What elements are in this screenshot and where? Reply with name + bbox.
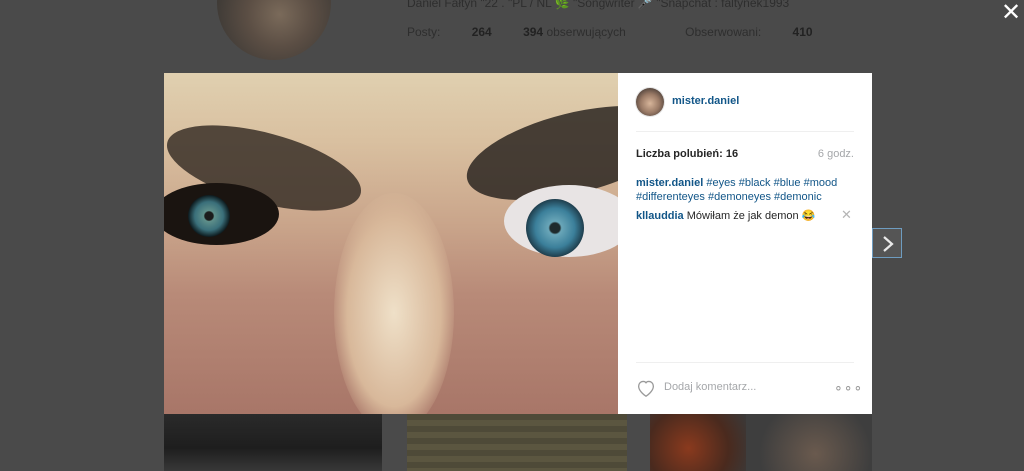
post-caption: mister.daniel #eyes #black #blue #mood #… — [636, 176, 854, 204]
hashtag[interactable]: #black — [739, 177, 771, 189]
profile-header: Daniel Fałtyn "22 . "PL / NL 🌿 "Songwrit… — [0, 0, 1024, 75]
comment: kllauddia Mówiłam że jak demon 😂 — [636, 209, 854, 223]
more-options-icon[interactable]: ∘∘∘ — [834, 379, 863, 396]
hashtag[interactable]: #demonic — [774, 191, 822, 203]
divider — [636, 362, 854, 363]
grid-thumbnail[interactable] — [407, 414, 627, 471]
hashtag[interactable]: #differenteyes — [636, 191, 705, 203]
profile-bio: Daniel Fałtyn "22 . "PL / NL 🌿 "Songwrit… — [407, 0, 790, 10]
next-post-button[interactable] — [872, 228, 902, 258]
following-label: Obserwowani: — [685, 25, 762, 39]
post-photo — [164, 73, 618, 414]
profile-avatar[interactable] — [217, 0, 331, 60]
hashtag[interactable]: #demoneyes — [708, 191, 771, 203]
posts-stat: Posty: 264 — [407, 25, 492, 39]
grid-thumbnail[interactable] — [746, 414, 872, 471]
photo-detail — [188, 195, 230, 237]
divider — [636, 131, 854, 132]
post-time[interactable]: 6 godz. — [818, 148, 854, 160]
post-panel: mister.daniel Liczba polubień: 16 6 godz… — [618, 73, 872, 414]
heart-icon[interactable] — [636, 379, 656, 397]
comment-username[interactable]: kllauddia — [636, 210, 684, 222]
following-stat[interactable]: Obserwowani: 410 — [685, 25, 812, 39]
followers-stat[interactable]: 394 obserwujących — [523, 25, 654, 39]
followers-count: 394 — [523, 25, 544, 39]
add-comment-input[interactable] — [664, 381, 824, 393]
grid-thumbnail[interactable] — [650, 414, 746, 471]
caption-username[interactable]: mister.daniel — [636, 177, 703, 189]
likes-count[interactable]: Liczba polubień: 16 — [636, 148, 738, 160]
close-icon[interactable]: ✕ — [1000, 1, 1022, 25]
photo-detail — [334, 193, 454, 414]
author-avatar[interactable] — [636, 88, 664, 116]
comment-text: Mówiłam że jak demon 😂 — [686, 210, 816, 222]
grid-thumbnail[interactable] — [164, 414, 382, 471]
following-count: 410 — [792, 25, 813, 39]
hashtag[interactable]: #eyes — [706, 177, 735, 189]
hashtag[interactable]: #mood — [804, 177, 838, 189]
posts-label: Posty: — [407, 25, 441, 39]
hashtag[interactable]: #blue — [774, 177, 801, 189]
chevron-right-icon — [883, 236, 894, 252]
delete-comment-icon[interactable]: ✕ — [841, 207, 852, 223]
author-username[interactable]: mister.daniel — [672, 95, 739, 107]
profile-stats: Posty: 264 394 obserwujących Obserwowani… — [407, 25, 841, 39]
posts-count: 264 — [471, 25, 492, 39]
followers-label: obserwujących — [546, 25, 626, 39]
photo-detail — [526, 199, 584, 257]
